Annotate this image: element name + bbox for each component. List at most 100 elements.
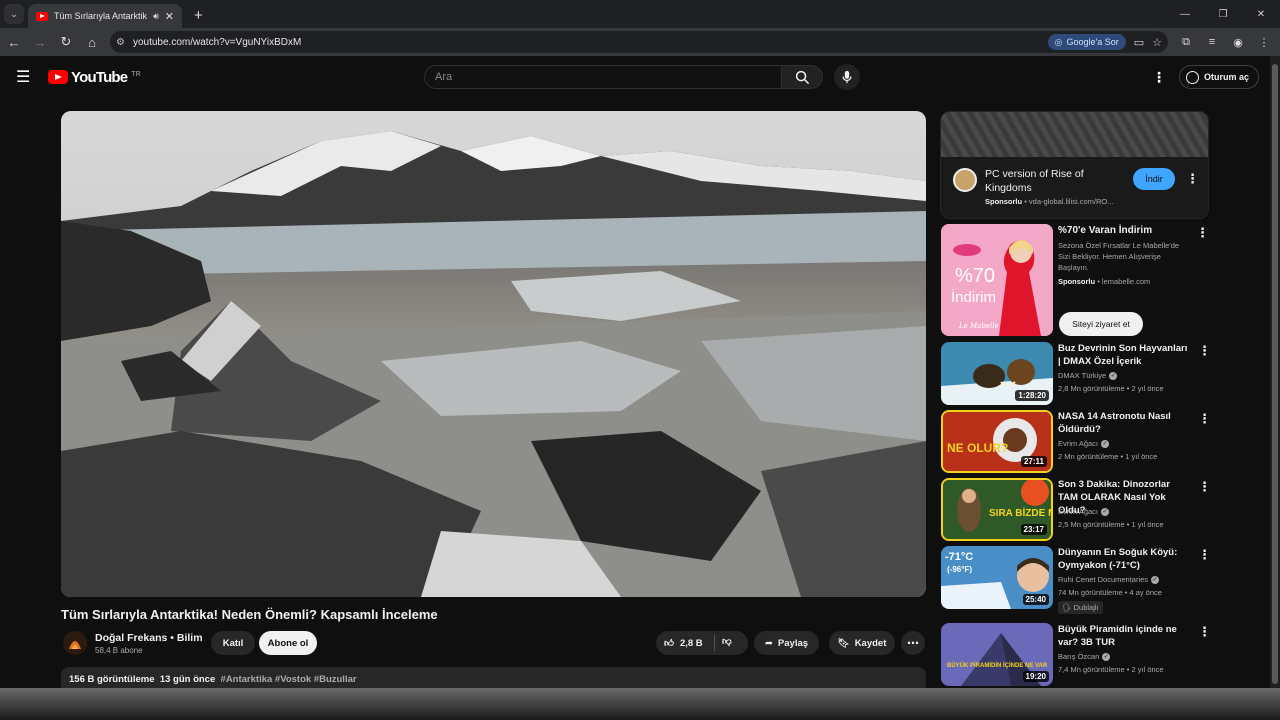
ad-install-button[interactable]: İndir bbox=[1133, 168, 1175, 190]
restore-icon[interactable]: ❐ bbox=[1204, 0, 1242, 28]
rec-duration: 25:40 bbox=[1022, 594, 1049, 605]
rec-meta: 2 Mn görüntüleme • 1 yıl önce bbox=[1058, 452, 1158, 461]
rec-duration: 27:11 bbox=[1020, 456, 1047, 467]
promo-title[interactable]: %70'e Varan İndirim bbox=[1058, 225, 1152, 236]
rec-thumbnail[interactable]: SIRA BİZDE Mİ? 23:17 bbox=[941, 478, 1053, 541]
rec-channel[interactable]: Barış Özcan ✓ bbox=[1058, 652, 1111, 662]
rec-channel[interactable]: Ruhi Cenet Documentaries ✓ bbox=[1058, 575, 1160, 585]
address-bar[interactable]: ⚙ youtube.com/watch?v=VguNYixBDxM ◎ Goog… bbox=[110, 31, 1168, 53]
new-tab-button[interactable]: + bbox=[194, 8, 203, 23]
recommendation-item[interactable]: -71°C (-96°F) 25:40 Dünyanın En Soğuk Kö… bbox=[940, 546, 1211, 614]
tab-search-button[interactable]: ⌄ bbox=[4, 4, 24, 24]
youtube-header: ☰ YouTube TR Ara ⋮ Oturum aç bbox=[0, 56, 1270, 98]
video-player[interactable] bbox=[61, 111, 926, 597]
youtube-logo[interactable]: YouTube TR bbox=[48, 69, 141, 86]
rec-menu-icon[interactable]: ⋮ bbox=[1198, 548, 1211, 561]
rec-thumb-text-2: (-96°F) bbox=[947, 565, 972, 574]
media-icon[interactable]: ≡ bbox=[1202, 32, 1222, 52]
save-button[interactable]: 🔖︎ Kaydet bbox=[829, 631, 895, 655]
scrollbar-thumb[interactable] bbox=[1272, 64, 1278, 684]
youtube-favicon-icon bbox=[36, 11, 48, 21]
rec-menu-icon[interactable]: ⋮ bbox=[1198, 480, 1211, 493]
ad-app-icon bbox=[953, 168, 977, 192]
more-actions-button[interactable]: ⋯ bbox=[901, 631, 925, 655]
browser-tab[interactable]: Tüm Sırlarıyla Antarktikal N 🔊︎ ✕ bbox=[28, 4, 182, 28]
like-count: 2,8 B bbox=[679, 637, 703, 649]
bookmark-star-icon[interactable]: ☆ bbox=[1152, 36, 1162, 49]
recommendation-item[interactable]: NE OLUR? 27:11 NASA 14 Astronotu Nasıl Ö… bbox=[940, 410, 1211, 474]
close-tab-icon[interactable]: ✕ bbox=[165, 10, 174, 23]
url-text[interactable]: youtube.com/watch?v=VguNYixBDxM bbox=[133, 37, 1040, 48]
rec-meta: 2,5 Mn görüntüleme • 1 yıl önce bbox=[1058, 520, 1164, 529]
rec-thumbnail[interactable]: 1:28:20 bbox=[941, 342, 1053, 405]
save-label: Kaydet bbox=[854, 637, 887, 649]
home-icon[interactable]: ⌂ bbox=[80, 30, 104, 54]
browser-menu-icon[interactable]: ⋮ bbox=[1254, 32, 1274, 52]
ad-title[interactable]: PC version of Rise of Kingdoms bbox=[985, 167, 1125, 195]
rec-title[interactable]: Buz Devrinin Son Hayvanları | DMAX Özel … bbox=[1058, 342, 1192, 368]
ad-meta: Sponsorlu • vda-global.lilisi.com/RO... bbox=[985, 197, 1114, 206]
profile-icon[interactable]: ◉ bbox=[1228, 32, 1248, 52]
like-button[interactable]: 👍︎ 2,8 B 👎︎ bbox=[656, 631, 748, 655]
promo-menu-icon[interactable]: ⋮ bbox=[1196, 226, 1209, 239]
rec-thumbnail[interactable]: BÜYÜK PİRAMİDİN İÇİNDE NE VAR 19:20 bbox=[941, 623, 1053, 686]
ask-google-label: Google'a Sor bbox=[1066, 37, 1119, 47]
rec-title[interactable]: Dünyanın En Soğuk Köyü: Oymyakon (-71°C) bbox=[1058, 546, 1192, 572]
speaker-icon[interactable]: 🔊︎ bbox=[153, 11, 159, 22]
sponsored-ad-card[interactable]: PC version of Rise of Kingdoms Sponsorlu… bbox=[940, 111, 1209, 219]
join-button[interactable]: Katıl bbox=[211, 631, 255, 655]
view-count: 156 B görüntüleme bbox=[69, 674, 155, 685]
extensions-icon[interactable]: ⧉ bbox=[1176, 32, 1196, 52]
promo-ad[interactable]: %70 İndirim Le Mabelle %70'e Varan İndir… bbox=[940, 224, 1210, 338]
rec-menu-icon[interactable]: ⋮ bbox=[1198, 412, 1211, 425]
signin-button[interactable]: Oturum aç bbox=[1179, 65, 1259, 89]
promo-image: %70 İndirim Le Mabelle bbox=[941, 224, 1053, 336]
site-info-icon[interactable]: ⚙ bbox=[116, 37, 125, 48]
search-input[interactable]: Ara bbox=[424, 65, 782, 89]
rec-title[interactable]: Büyük Piramidin içinde ne var? 3B TUR bbox=[1058, 623, 1192, 649]
cast-icon[interactable]: ▭ bbox=[1134, 36, 1144, 49]
channel-name[interactable]: Doğal Frekans • Bilim bbox=[95, 632, 203, 644]
page-scrollbar[interactable] bbox=[1270, 56, 1280, 688]
rec-channel[interactable]: Evrim Ağacı ✓ bbox=[1058, 439, 1110, 449]
voice-search-button[interactable] bbox=[834, 64, 860, 90]
minimize-icon[interactable]: — bbox=[1166, 0, 1204, 28]
rec-channel-name: DMAX Türkiye bbox=[1058, 371, 1107, 380]
rec-thumbnail[interactable]: NE OLUR? 27:11 bbox=[941, 410, 1053, 473]
dubbed-label: Dublajlı bbox=[1073, 603, 1099, 612]
rec-menu-icon[interactable]: ⋮ bbox=[1198, 625, 1211, 638]
search-button[interactable] bbox=[781, 65, 823, 89]
rec-duration: 1:28:20 bbox=[1015, 390, 1049, 401]
reload-icon[interactable]: ↻ bbox=[54, 30, 78, 54]
close-window-icon[interactable]: ✕ bbox=[1242, 0, 1280, 28]
recommendation-item[interactable]: 1:28:20 Buz Devrinin Son Hayvanları | DM… bbox=[940, 342, 1211, 406]
ad-sponsored-label: Sponsorlu bbox=[985, 197, 1023, 206]
dubbed-badge: 🗣︎ Dublajlı bbox=[1058, 601, 1103, 614]
promo-img-percent: %70 bbox=[955, 265, 995, 287]
like-divider bbox=[714, 635, 715, 651]
rec-title[interactable]: NASA 14 Astronotu Nasıl Öldürdü? bbox=[1058, 410, 1192, 436]
channel-avatar[interactable] bbox=[63, 631, 87, 655]
thumbs-down-icon[interactable]: 👎︎ bbox=[722, 635, 732, 647]
rec-thumb-text: NE OLUR? bbox=[947, 441, 1008, 455]
ad-menu-icon[interactable]: ⋮ bbox=[1186, 172, 1199, 185]
settings-menu-icon[interactable]: ⋮ bbox=[1152, 69, 1166, 86]
back-icon[interactable]: ← bbox=[2, 30, 26, 54]
rec-menu-icon[interactable]: ⋮ bbox=[1198, 344, 1211, 357]
visit-site-button[interactable]: Siteyi ziyaret et bbox=[1059, 312, 1143, 336]
ask-google-button[interactable]: ◎ Google'a Sor bbox=[1047, 34, 1126, 50]
subscribe-button[interactable]: Abone ol bbox=[259, 631, 317, 655]
hashtags[interactable]: #Antarktika #Vostok #Buzullar bbox=[221, 674, 357, 685]
thumbs-up-icon: 👍︎ bbox=[664, 638, 674, 649]
promo-thumbnail[interactable]: %70 İndirim Le Mabelle bbox=[941, 224, 1053, 336]
ad-domain: • vda-global.lilisi.com/RO... bbox=[1024, 197, 1114, 206]
recommendation-item[interactable]: BÜYÜK PİRAMİDİN İÇİNDE NE VAR 19:20 Büyü… bbox=[940, 623, 1211, 687]
share-button[interactable]: ➦ Paylaş bbox=[754, 631, 819, 655]
rec-channel[interactable]: Evrim Ağacı ✓ bbox=[1058, 507, 1110, 517]
forward-icon[interactable]: → bbox=[28, 30, 52, 54]
channel-logo-icon bbox=[63, 631, 87, 655]
recommendation-item[interactable]: SIRA BİZDE Mİ? 23:17 Son 3 Dakika: Dinoz… bbox=[940, 478, 1211, 542]
rec-channel-name: Ruhi Cenet Documentaries bbox=[1058, 575, 1149, 584]
rec-thumbnail[interactable]: -71°C (-96°F) 25:40 bbox=[941, 546, 1053, 609]
rec-channel[interactable]: DMAX Türkiye ✓ bbox=[1058, 371, 1118, 381]
